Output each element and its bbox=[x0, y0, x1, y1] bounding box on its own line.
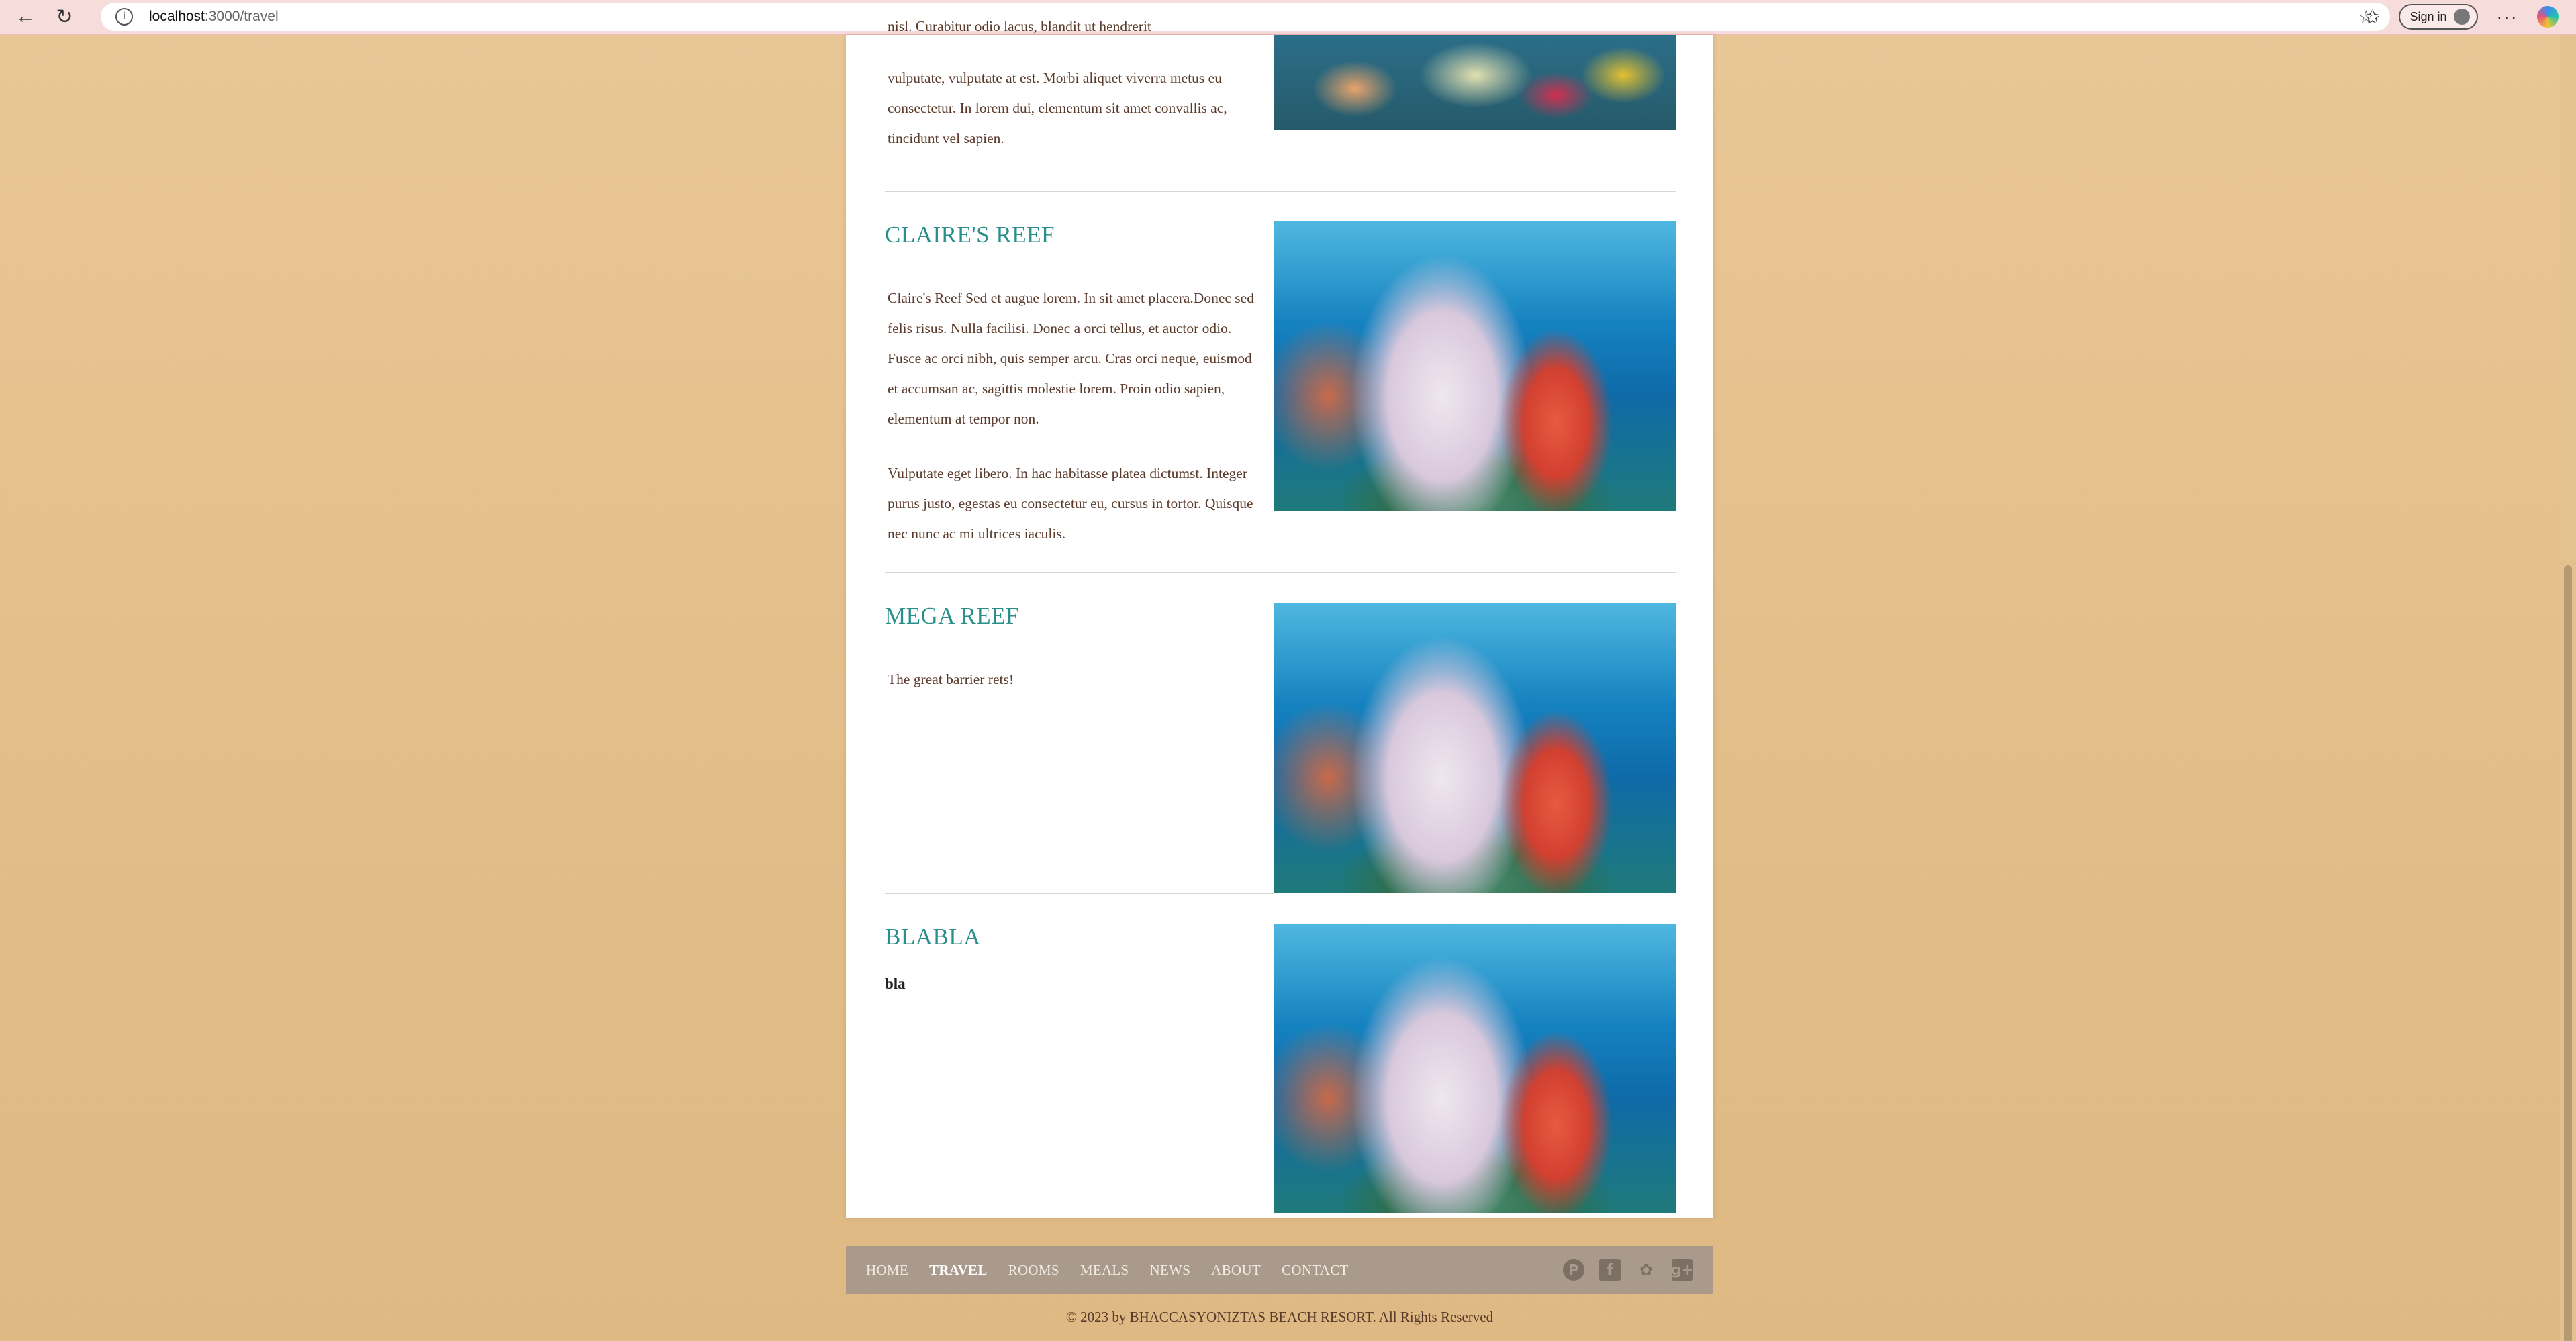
nav-link-home[interactable]: HOME bbox=[866, 1262, 908, 1279]
back-arrow-icon[interactable]: ← bbox=[12, 3, 39, 30]
reef-section-mega-reef: MEGA REEF The great barrier rets! bbox=[885, 603, 1676, 893]
reload-icon[interactable]: ↻ bbox=[51, 3, 78, 30]
section-text: BLABLA bla bbox=[885, 924, 1261, 1022]
site-info-icon[interactable]: i bbox=[115, 8, 133, 26]
section-title: MEGA REEF bbox=[885, 603, 1019, 629]
google-plus-icon[interactable]: g+ bbox=[1671, 1259, 1694, 1281]
reef-section-blabla: BLABLA bla bbox=[885, 924, 1676, 1213]
copilot-icon[interactable] bbox=[2536, 6, 2559, 28]
section-paragraph: vulputate, vulputate at est. Morbi aliqu… bbox=[888, 70, 1227, 146]
section-bold-text: bla bbox=[885, 975, 906, 992]
section-text: MEGA REEF The great barrier rets! bbox=[885, 603, 1261, 719]
section-title: CLAIRE'S REEF bbox=[885, 221, 1055, 248]
nav-link-contact[interactable]: CONTACT bbox=[1282, 1262, 1349, 1279]
favorites-icon[interactable]: ✩ bbox=[2365, 6, 2380, 28]
nav-link-meals[interactable]: MEALS bbox=[1080, 1262, 1129, 1279]
content-card: nisl. Curabitur odio lacus, blandit ut h… bbox=[846, 19, 1713, 1218]
copyright-text: © 2023 by BHACCASYONIZTAS BEACH RESORT. … bbox=[1065, 1309, 1494, 1325]
reef-photo bbox=[1274, 221, 1676, 511]
nav-link-rooms[interactable]: ROOMS bbox=[1008, 1262, 1059, 1279]
section-paragraph: Vulputate eget libero. In hac habitasse … bbox=[888, 465, 1253, 542]
nav-link-travel[interactable]: TRAVEL bbox=[929, 1262, 988, 1279]
section-paragraph: The great barrier rets! bbox=[888, 671, 1014, 687]
section-divider bbox=[885, 893, 1274, 894]
section-divider bbox=[885, 572, 1676, 573]
nav-link-news[interactable]: NEWS bbox=[1150, 1262, 1191, 1279]
avatar bbox=[2453, 9, 2470, 25]
social-links: P f ✿ g+ bbox=[1563, 1259, 1694, 1281]
section-text: CLAIRE'S REEF Claire's Reef Sed et augue… bbox=[885, 221, 1261, 573]
reef-photo bbox=[1274, 603, 1676, 893]
facebook-icon[interactable]: f bbox=[1599, 1259, 1621, 1281]
sign-in-button[interactable]: Sign in bbox=[2399, 4, 2478, 30]
pinterest-icon[interactable]: P bbox=[1563, 1259, 1584, 1281]
footer-nav: HOME TRAVEL ROOMS MEALS NEWS ABOUT CONTA… bbox=[846, 1246, 1713, 1294]
reef-section-claires-reef: CLAIRE'S REEF Claire's Reef Sed et augue… bbox=[885, 221, 1676, 570]
sign-in-label: Sign in bbox=[2410, 9, 2447, 23]
nav-link-about[interactable]: ABOUT bbox=[1211, 1262, 1261, 1279]
scrollbar-thumb[interactable] bbox=[2564, 565, 2572, 1341]
browser-right-tools: ✩ Sign in ··· bbox=[2356, 0, 2559, 34]
url-host: localhost bbox=[149, 9, 205, 24]
section-text: nisl. Curabitur odio lacus, blandit ut h… bbox=[885, 19, 1261, 178]
twitter-icon[interactable]: ✿ bbox=[1635, 1259, 1657, 1281]
clipped-paragraph-line: nisl. Curabitur odio lacus, blandit ut h… bbox=[888, 19, 1151, 34]
page-scrollbar[interactable] bbox=[2560, 35, 2576, 1341]
section-divider bbox=[885, 191, 1676, 192]
section-paragraph: Claire's Reef Sed et augue lorem. In sit… bbox=[888, 290, 1254, 427]
reef-photo bbox=[1274, 924, 1676, 1213]
reef-photo bbox=[1274, 35, 1676, 130]
url-path: :3000/travel bbox=[204, 9, 279, 24]
more-options-icon[interactable]: ··· bbox=[2497, 7, 2518, 28]
reef-section-previous: nisl. Curabitur odio lacus, blandit ut h… bbox=[885, 19, 1676, 173]
section-title: BLABLA bbox=[885, 924, 981, 950]
